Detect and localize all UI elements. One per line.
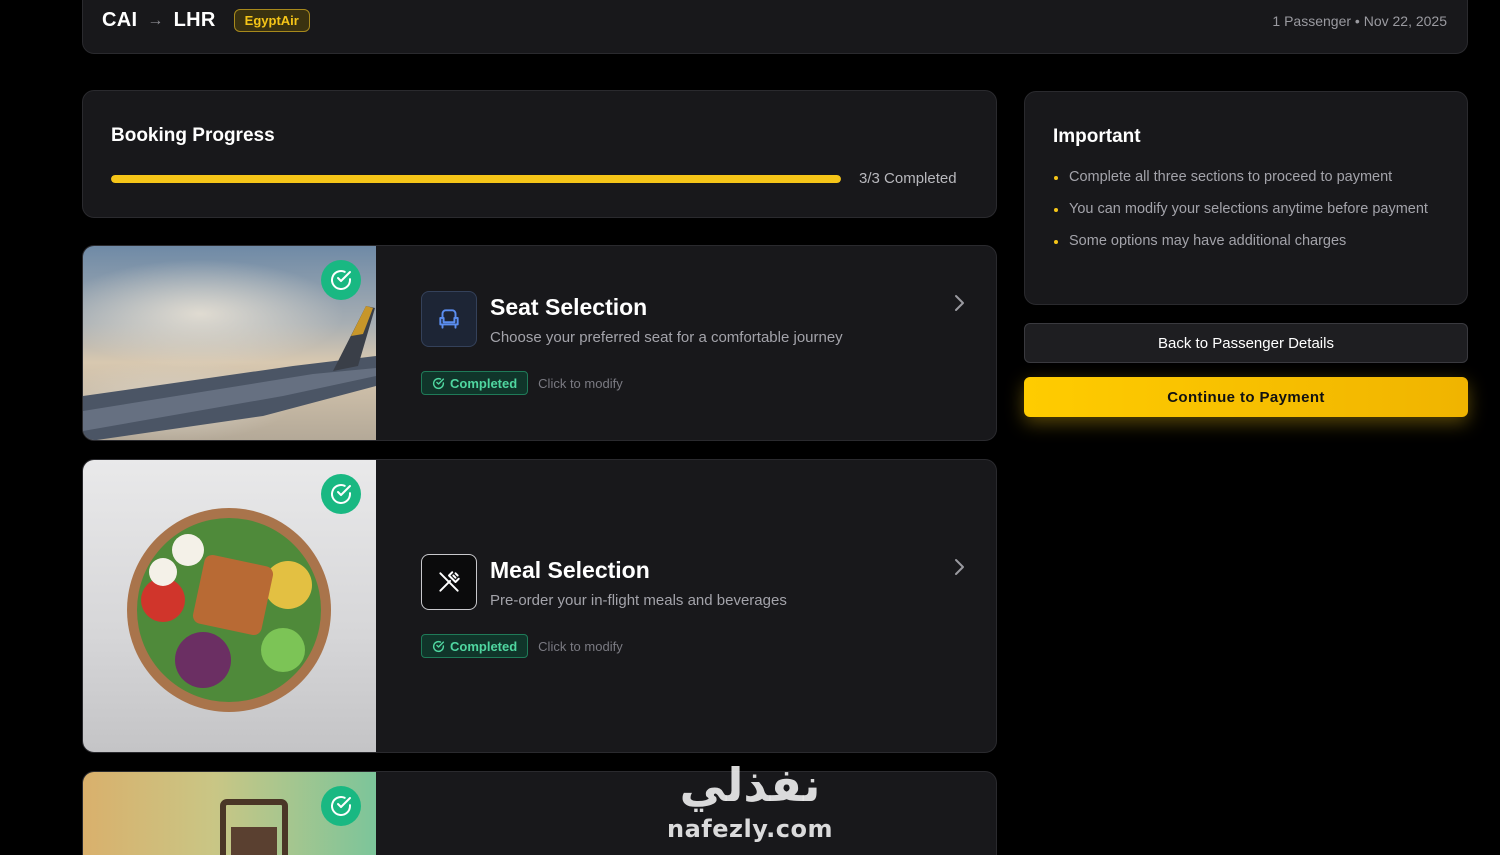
info-list: Complete all three sections to proceed t… [1053,166,1443,262]
booking-options-page: CAI → LHR EgyptAir 1 Passenger • Nov 22,… [0,0,1500,855]
modify-hint[interactable]: Click to modify [538,376,623,391]
completed-check-icon [321,786,361,826]
chevron-right-icon[interactable] [952,294,966,317]
trip-meta: 1 Passenger • Nov 22, 2025 [1272,13,1447,29]
info-title: Important [1053,126,1141,147]
origin-code: CAI [102,9,138,31]
watermark-url: nafezly.com [667,815,833,843]
option-title: Seat Selection [490,294,648,320]
destination-code: LHR [173,9,216,31]
back-to-passenger-details-button[interactable]: Back to Passenger Details [1024,323,1468,363]
flight-summary-header: CAI → LHR EgyptAir 1 Passenger • Nov 22,… [82,0,1468,54]
completed-check-icon [321,474,361,514]
info-item: Complete all three sections to proceed t… [1053,166,1443,188]
modify-hint[interactable]: Click to modify [538,639,623,654]
important-info-card: Important Complete all three sections to… [1024,91,1468,305]
info-item: You can modify your selections anytime b… [1053,198,1443,220]
route-arrow-icon: → [147,11,164,29]
option-description: Choose your preferred seat for a comfort… [490,329,843,346]
info-item: Some options may have additional charges [1053,230,1443,252]
status-label: Completed [450,375,518,391]
seat-selection-body: Seat Selection Choose your preferred sea… [376,246,996,440]
booking-progress-card: Booking Progress 3/3 Completed [82,90,997,218]
progress-title: Booking Progress [111,125,275,146]
chevron-right-icon[interactable] [952,558,966,581]
seat-selection-card[interactable]: Seat Selection Choose your preferred sea… [82,245,997,441]
option-title: Meal Selection [490,557,650,583]
option-description: Pre-order your in-flight meals and bever… [490,592,787,609]
status-row: Completed Click to modify [421,634,623,658]
seat-icon [421,291,477,347]
progress-bar-fill [111,175,841,183]
completed-check-icon [321,260,361,300]
check-circle-icon [432,377,445,389]
meal-selection-body: Meal Selection Pre-order your in-flight … [376,460,996,752]
utensils-icon [421,554,477,610]
progress-bar [111,175,841,183]
status-badge: Completed [421,371,529,395]
watermark-logo: نفذلي nafezly.com [640,755,860,843]
airline-badge: EgyptAir [233,9,310,32]
status-row: Completed Click to modify [421,371,623,395]
meal-selection-card[interactable]: Meal Selection Pre-order your in-flight … [82,459,997,753]
status-label: Completed [450,638,518,654]
status-badge: Completed [421,634,529,658]
progress-count: 3/3 Completed [859,170,957,187]
watermark-arabic: نفذلي [679,758,821,812]
continue-to-payment-button[interactable]: Continue to Payment [1024,377,1468,417]
flight-route: CAI → LHR EgyptAir [102,9,310,32]
check-circle-icon [432,640,445,652]
